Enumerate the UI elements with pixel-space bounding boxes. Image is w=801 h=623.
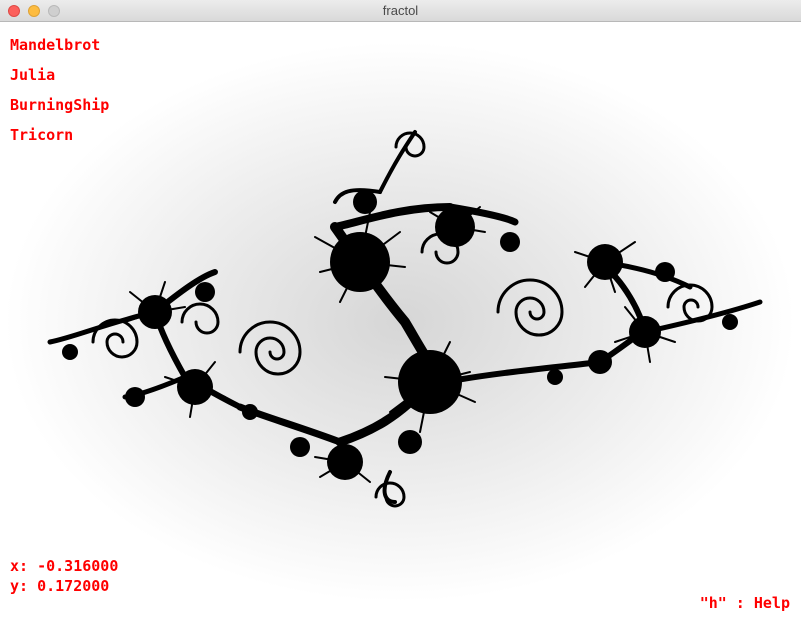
- app-window: fractol Mandelbrot Julia BurningShip Tri…: [0, 0, 801, 623]
- menu-item-mandelbrot[interactable]: Mandelbrot: [10, 34, 109, 64]
- coordinate-readout: x: -0.316000 y: 0.172000: [10, 556, 118, 596]
- coordinate-x: x: -0.316000: [10, 557, 119, 575]
- menu-item-burningship[interactable]: BurningShip: [10, 94, 109, 124]
- fractal-render: [5, 42, 795, 602]
- menu-item-julia[interactable]: Julia: [10, 64, 109, 94]
- window-title: fractol: [382, 3, 419, 18]
- title-bar[interactable]: fractol: [0, 0, 801, 22]
- fractal-canvas[interactable]: Mandelbrot Julia BurningShip Tricorn x: …: [0, 22, 801, 623]
- coordinate-y: y: 0.172000: [10, 577, 110, 595]
- fractal-menu: Mandelbrot Julia BurningShip Tricorn: [10, 34, 109, 154]
- help-hint: "h" : Help: [699, 594, 790, 612]
- menu-item-tricorn[interactable]: Tricorn: [10, 124, 109, 154]
